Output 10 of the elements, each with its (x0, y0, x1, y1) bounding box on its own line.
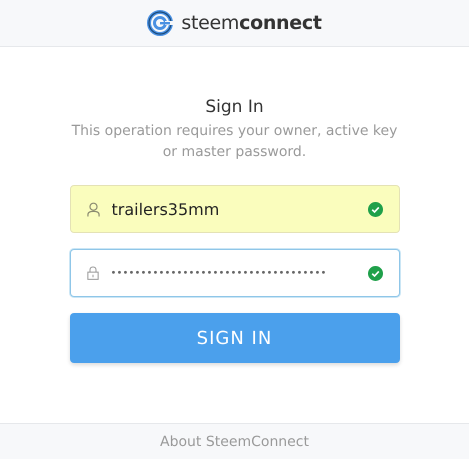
password-value: •••••••••••••••••••••••••••••••••••• (110, 268, 328, 278)
logo-icon (147, 10, 174, 36)
user-icon (86, 202, 100, 216)
lock-icon (86, 266, 98, 280)
password-field[interactable]: •••••••••••••••••••••••••••••••••••• (70, 249, 400, 297)
username-field[interactable]: trailers35mm (70, 185, 400, 233)
page-title: Sign In (205, 97, 264, 117)
subtitle: This operation requires your owner, active key or master password. (70, 122, 398, 162)
username-value: trailers35mm (112, 200, 220, 218)
logo-text: steemconnect (181, 12, 322, 34)
